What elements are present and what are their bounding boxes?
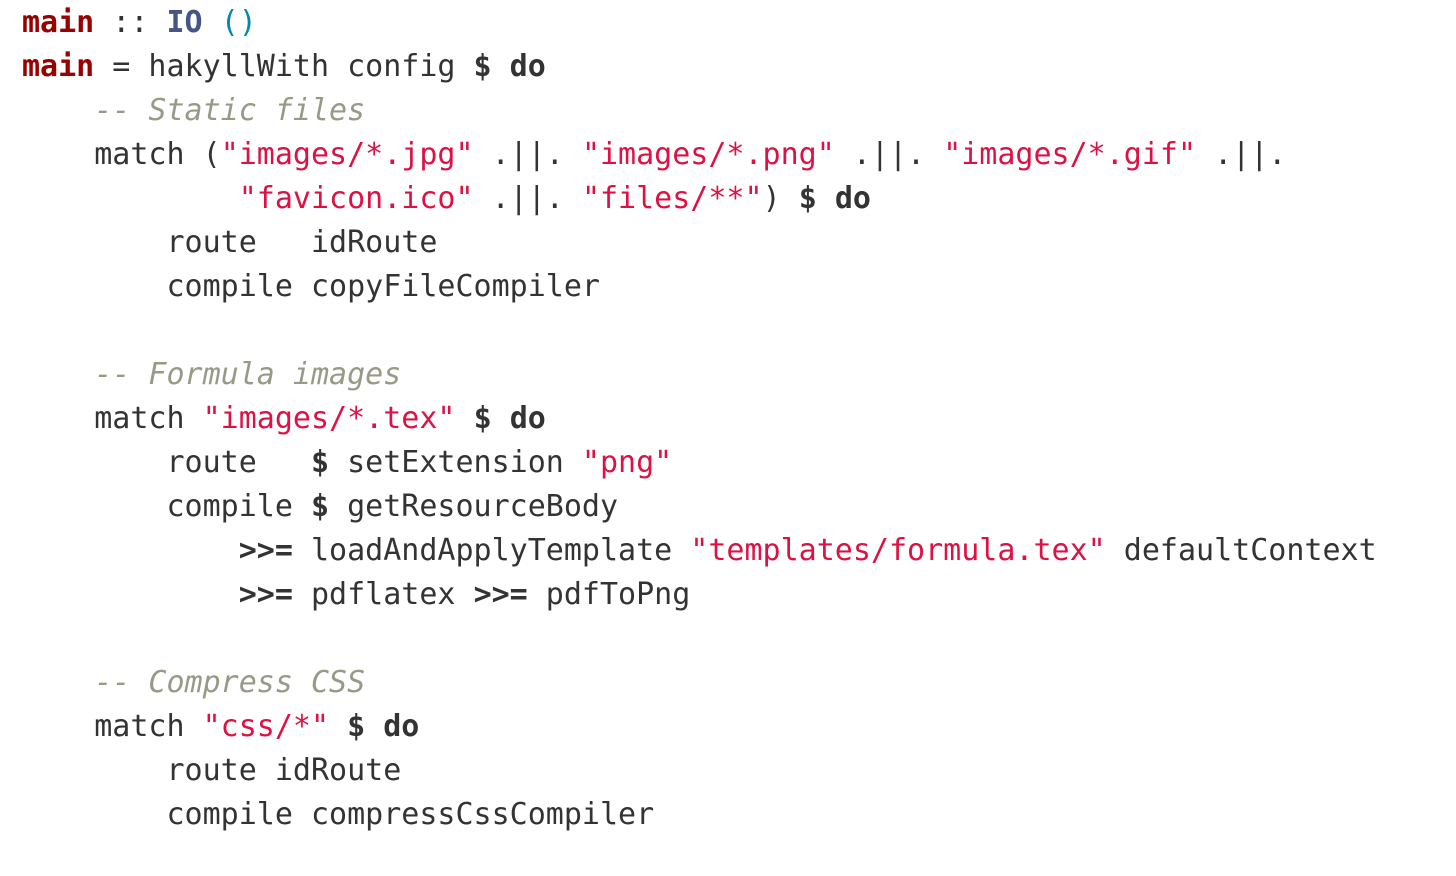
- identifier-token: match: [22, 709, 203, 744]
- identifier-token: [22, 533, 239, 568]
- comment-token: -- Static files: [94, 93, 366, 128]
- identifier-token: match: [22, 401, 203, 436]
- string-literal-token: "images/*.tex": [202, 401, 456, 436]
- identifier-token: match (: [22, 137, 221, 172]
- keyword-token: do: [509, 401, 546, 436]
- identifier-token: route idRoute: [22, 753, 402, 788]
- code-line: >>= pdflatex >>= pdfToPng: [22, 573, 691, 617]
- identifier-token: [203, 5, 221, 40]
- identifier-token: .||.: [473, 181, 582, 216]
- identifier-token: compile copyFileCompiler: [22, 269, 600, 304]
- identifier-token: ): [762, 181, 799, 216]
- function-name-token: main: [22, 49, 95, 84]
- code-line: match "images/*.tex" $ do: [22, 397, 546, 441]
- identifier-token: [22, 181, 239, 216]
- identifier-token: [22, 93, 94, 128]
- identifier-token: .||.: [1196, 137, 1287, 172]
- code-line: match ("images/*.jpg" .||. "images/*.png…: [22, 133, 1286, 177]
- keyword-token: >>=: [473, 577, 528, 612]
- keyword-token: $: [347, 709, 366, 744]
- identifier-token: route idRoute: [22, 225, 438, 260]
- code-line: route idRoute: [22, 221, 437, 265]
- identifier-token: compile: [22, 489, 311, 524]
- keyword-token: $: [310, 489, 330, 524]
- identifier-token: [456, 401, 474, 436]
- keyword-token: $: [473, 401, 492, 436]
- identifier-token: pdflatex: [292, 577, 474, 612]
- code-line: route idRoute: [22, 749, 401, 793]
- function-name-token: main: [22, 5, 95, 40]
- identifier-token: [817, 181, 835, 216]
- identifier-token: = hakyllWith config: [94, 49, 474, 84]
- identifier-token: [22, 665, 94, 700]
- keyword-token: do: [834, 181, 871, 216]
- code-line: compile compressCssCompiler: [22, 793, 654, 837]
- code-line: compile copyFileCompiler: [22, 265, 600, 309]
- string-literal-token: "favicon.ico": [238, 181, 474, 216]
- identifier-token: [22, 577, 239, 612]
- string-literal-token: "images/*.gif": [943, 137, 1197, 172]
- string-literal-token: "templates/formula.tex": [690, 533, 1106, 568]
- identifier-token: getResourceBody: [329, 489, 619, 524]
- identifier-token: [492, 49, 510, 84]
- code-line: route $ setExtension "png": [22, 441, 672, 485]
- keyword-token: $: [798, 181, 817, 216]
- type-token: IO: [166, 5, 203, 40]
- keyword-token: >>=: [238, 577, 293, 612]
- comment-token: -- Formula images: [94, 357, 402, 392]
- code-line: match "css/*" $ do: [22, 705, 419, 749]
- identifier-token: [329, 709, 347, 744]
- keyword-token: $: [473, 49, 492, 84]
- string-literal-token: "images/*.png": [581, 137, 835, 172]
- identifier-token: route: [22, 445, 311, 480]
- code-line: -- Compress CSS: [22, 661, 365, 705]
- unit-paren-token: (): [220, 5, 257, 40]
- identifier-token: .||.: [834, 137, 944, 172]
- operator-token: ::: [94, 5, 167, 40]
- code-line: "favicon.ico" .||. "files/**") $ do: [22, 177, 871, 221]
- code-line: main = hakyllWith config $ do: [22, 45, 546, 89]
- keyword-token: do: [509, 49, 546, 84]
- identifier-token: [365, 709, 383, 744]
- identifier-token: compile compressCssCompiler: [22, 797, 655, 832]
- identifier-token: defaultContext: [1105, 533, 1377, 568]
- identifier-token: pdfToPng: [527, 577, 691, 612]
- identifier-token: [22, 357, 94, 392]
- identifier-token: [492, 401, 510, 436]
- identifier-token: loadAndApplyTemplate: [292, 533, 691, 568]
- identifier-token: .||.: [473, 137, 582, 172]
- string-literal-token: "files/**": [581, 181, 763, 216]
- string-literal-token: "images/*.jpg": [220, 137, 474, 172]
- identifier-token: setExtension: [329, 445, 582, 480]
- code-line: -- Formula images: [22, 353, 401, 397]
- comment-token: -- Compress CSS: [94, 665, 366, 700]
- keyword-token: do: [383, 709, 420, 744]
- code-line: main :: IO (): [22, 1, 257, 45]
- code-line: compile $ getResourceBody: [22, 485, 618, 529]
- keyword-token: $: [310, 445, 330, 480]
- code-line: -- Static files: [22, 89, 365, 133]
- string-literal-token: "png": [581, 445, 673, 480]
- keyword-token: >>=: [238, 533, 293, 568]
- string-literal-token: "css/*": [202, 709, 330, 744]
- code-line: >>= loadAndApplyTemplate "templates/form…: [22, 529, 1377, 573]
